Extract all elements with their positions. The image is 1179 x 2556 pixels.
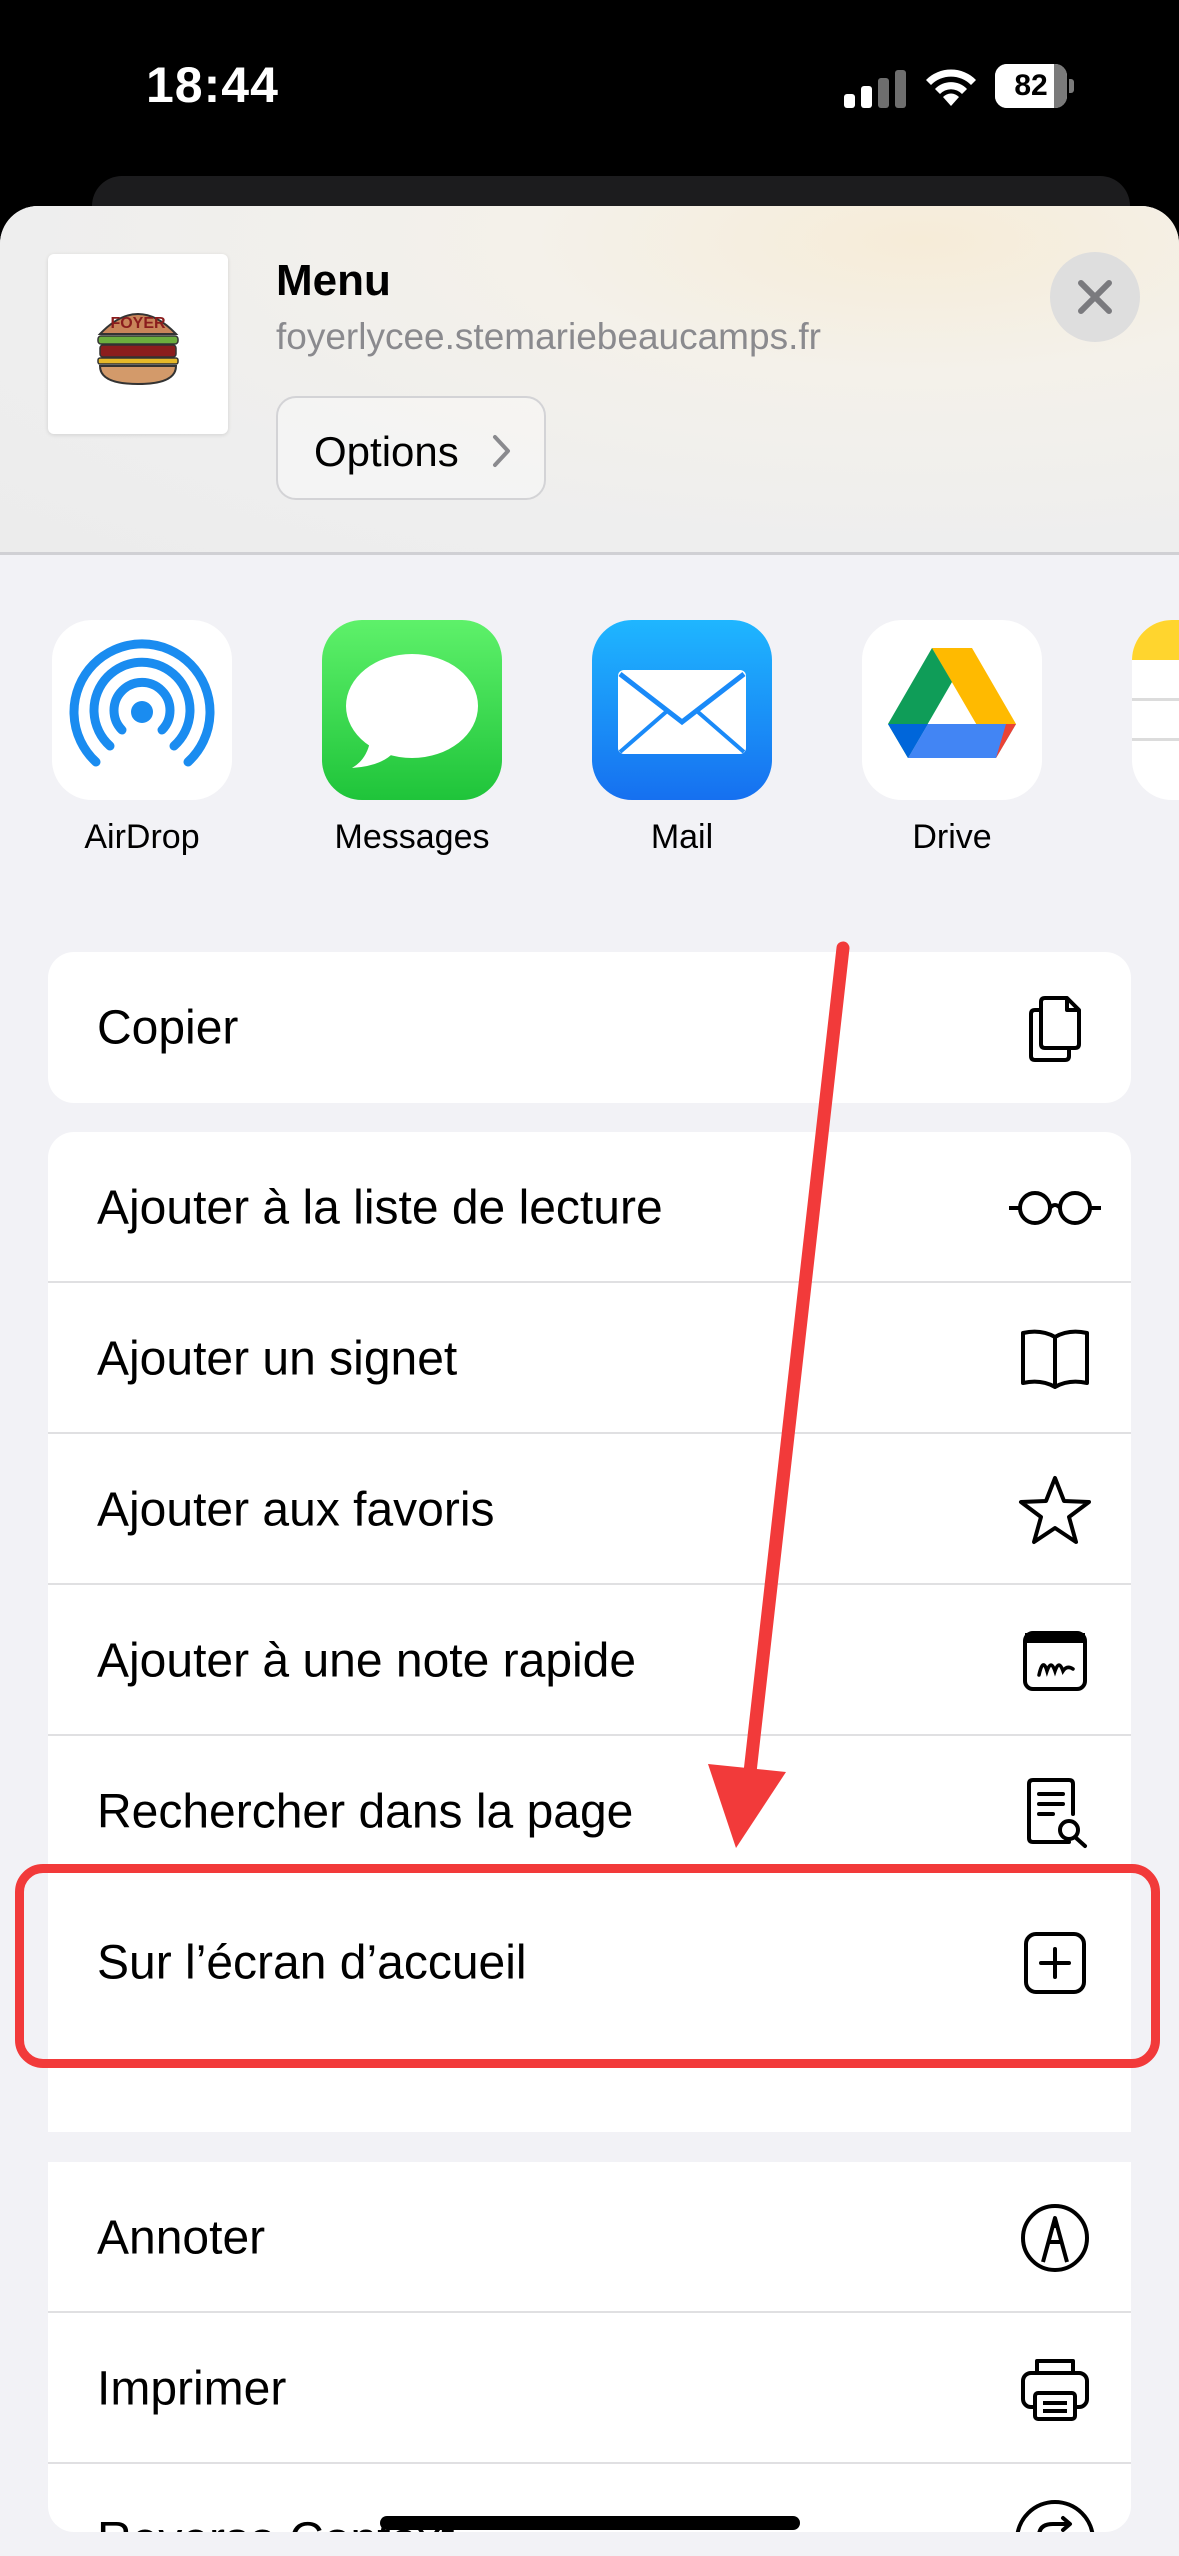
annotation-arrow (708, 941, 850, 1848)
annotation-highlight-box (15, 1864, 1160, 2068)
home-indicator[interactable] (380, 2516, 800, 2530)
